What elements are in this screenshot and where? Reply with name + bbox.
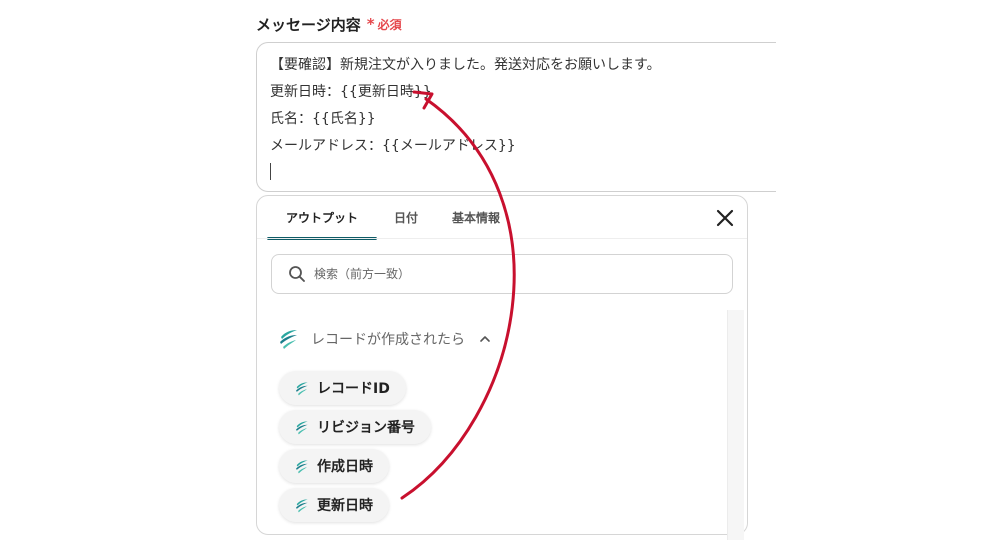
output-item-label: レコードID (317, 381, 390, 397)
message-line-5 (270, 163, 776, 190)
message-line-4: メールアドレス：{{メールアドレス}} (270, 138, 516, 154)
kintone-icon (277, 328, 299, 350)
output-item-created-at[interactable]: 作成日時 (279, 449, 389, 483)
message-line-3: 氏名：{{氏名}} (270, 111, 376, 127)
message-line-1: 【要確認】新規注文が入りました。発送対応をお願いします。 (270, 57, 661, 73)
tab-basic-info[interactable]: 基本情報 (435, 196, 517, 238)
message-line-2: 更新日時：{{更新日時}} (270, 84, 432, 100)
required-star-icon: * (366, 14, 375, 33)
output-item-revision-number[interactable]: リビジョン番号 (279, 410, 431, 444)
output-item-label: 作成日時 (317, 459, 373, 475)
kintone-icon (294, 498, 309, 513)
output-item-updated-at[interactable]: 更新日時 (279, 488, 389, 522)
search-box[interactable] (271, 254, 733, 294)
tab-output[interactable]: アウトプット (267, 196, 378, 240)
group-header[interactable]: レコードが作成されたら (277, 326, 491, 352)
chevron-up-icon[interactable] (479, 333, 491, 345)
tab-date[interactable]: 日付 (377, 196, 435, 238)
output-item-record-id[interactable]: レコードID (279, 371, 406, 405)
tab-divider (257, 238, 747, 239)
required-text: 必須 (377, 17, 402, 32)
output-panel: アウトプット 日付 基本情報 レコードが作成されたら (256, 195, 748, 540)
message-textarea[interactable]: 【要確認】新規注文が入りました。発送対応をお願いします。 更新日時：{{更新日時… (256, 42, 776, 192)
field-label-row: メッセージ内容 * 必須 (256, 12, 402, 36)
group-title: レコードが作成されたら (311, 332, 465, 348)
close-button[interactable] (715, 208, 735, 228)
output-item-label: リビジョン番号 (317, 420, 415, 436)
kintone-icon (294, 420, 309, 435)
search-input[interactable] (312, 266, 696, 282)
output-item-label: 更新日時 (317, 498, 373, 514)
required-indicator: * 必須 (367, 16, 402, 33)
field-label: メッセージ内容 (256, 15, 361, 34)
search-icon (288, 265, 306, 283)
panel-tabs: アウトプット 日付 基本情報 (267, 196, 517, 240)
kintone-icon (294, 381, 309, 396)
scrollbar[interactable] (727, 310, 744, 540)
kintone-icon (294, 459, 309, 474)
text-caret (270, 163, 271, 180)
close-icon (716, 209, 734, 227)
